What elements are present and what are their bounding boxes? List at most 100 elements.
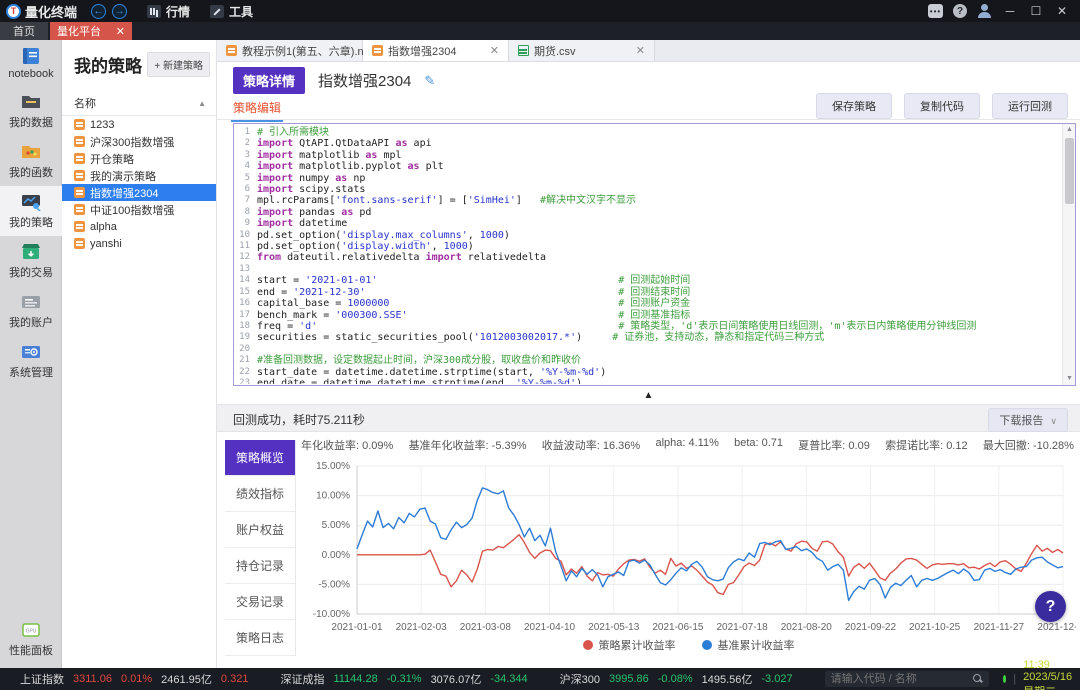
index-沪深300[interactable]: 沪深3003995.86-0.08%1495.56亿-3.027 bbox=[560, 671, 793, 687]
result-tab-绩效指标[interactable]: 绩效指标 bbox=[225, 476, 295, 512]
list-column-header[interactable]: 名称 ▲ bbox=[62, 87, 216, 116]
metric-夏普比率: 夏普比率: 0.09 bbox=[798, 437, 870, 453]
index-pct: 0.01% bbox=[121, 673, 152, 685]
svg-text:2021-06-15: 2021-06-15 bbox=[652, 622, 704, 633]
minimize-button[interactable]: ─ bbox=[1002, 4, 1018, 18]
doc-tab[interactable]: 指数增强2304 ✕ bbox=[363, 40, 509, 61]
index-上证指数[interactable]: 上证指数3311.060.01%2461.95亿0.321 bbox=[20, 671, 248, 687]
run-backtest-button[interactable]: 运行回测 bbox=[992, 93, 1068, 119]
metric-beta: beta: 0.71 bbox=[734, 437, 783, 453]
download-report-button[interactable]: 下载报告 ∨ bbox=[988, 408, 1068, 432]
metric-年化收益率: 年化收益率: 0.09% bbox=[301, 437, 393, 453]
svg-text:2021-10-25: 2021-10-25 bbox=[909, 622, 961, 633]
sidebar-item-我的函数[interactable]: 我的函数 bbox=[0, 136, 62, 186]
code-line: 17bench_mark = '000300.SSE' # 回测基准指标 bbox=[235, 310, 1061, 321]
tab-home[interactable]: 首页 bbox=[0, 22, 48, 40]
result-tab-交易记录[interactable]: 交易记录 bbox=[225, 584, 295, 620]
doc-tab-close-icon[interactable]: ✕ bbox=[480, 44, 499, 57]
back-icon[interactable]: ← bbox=[91, 4, 106, 19]
sort-asc-icon[interactable]: ▲ bbox=[198, 99, 206, 108]
new-strategy-button[interactable]: + 新建策略 bbox=[147, 52, 210, 77]
strategy-list-item[interactable]: alpha bbox=[62, 218, 216, 235]
sidebar-item-label: 我的交易 bbox=[9, 267, 53, 279]
line-number: 8 bbox=[235, 207, 257, 218]
index-price: 11144.28 bbox=[333, 673, 377, 685]
sidebar-item-性能面板[interactable]: GPU性能面板 bbox=[0, 614, 62, 664]
index-price: 3311.06 bbox=[73, 673, 112, 685]
strategy-list-item[interactable]: 中证100指数增强 bbox=[62, 201, 216, 218]
sidebar-item-我的策略[interactable]: 我的策略 bbox=[0, 186, 62, 236]
strategy-list-item[interactable]: 我的演示策略 bbox=[62, 167, 216, 184]
scroll-down-icon[interactable]: ▼ bbox=[1063, 373, 1076, 385]
strategy-list-item[interactable]: 指数增强2304 bbox=[62, 184, 216, 201]
doc-tab-label: 教程示例1(第五、六章).nb bbox=[242, 43, 370, 59]
code-line: 23end_date = datetime.datetime.strptime(… bbox=[235, 378, 1061, 384]
legend-item[interactable]: 策略累计收益率 bbox=[583, 637, 676, 653]
menu-market[interactable]: 行情 bbox=[147, 3, 190, 20]
doc-tab[interactable]: 期货.csv✕ bbox=[509, 40, 655, 61]
line-number: 11 bbox=[235, 241, 257, 252]
index-pct: -0.08% bbox=[658, 673, 693, 685]
doc-tab-close-icon[interactable]: ✕ bbox=[626, 44, 645, 57]
legend-item[interactable]: 基准累计收益率 bbox=[702, 637, 795, 653]
copy-code-button[interactable]: 复制代码 bbox=[904, 93, 980, 119]
code-line: 5import numpy as np bbox=[235, 173, 1061, 184]
result-tab-策略日志[interactable]: 策略日志 bbox=[225, 620, 295, 656]
scroll-up-icon[interactable]: ▲ bbox=[1063, 124, 1076, 136]
code-line: 19securities = static_securities_pool('1… bbox=[235, 332, 1061, 343]
line-number: 14 bbox=[235, 275, 257, 286]
code-editor[interactable]: 1# 引入所需模块2import QtAPI.QtDataAPI as api3… bbox=[233, 123, 1076, 386]
doc-tab[interactable]: 教程示例1(第五、六章).nb✕ bbox=[217, 40, 363, 61]
stock-search-input[interactable] bbox=[831, 673, 973, 685]
sidebar-item-系统管理[interactable]: 系统管理 bbox=[0, 336, 62, 386]
forward-icon[interactable]: → bbox=[112, 4, 127, 19]
backtest-status-text: 回测成功，耗时75.211秒 bbox=[233, 411, 365, 428]
scrollbar-thumb[interactable] bbox=[1065, 138, 1074, 204]
index-深证成指[interactable]: 深证成指11144.28-0.31%3076.07亿-34.344 bbox=[280, 671, 527, 687]
result-tab-账户权益[interactable]: 账户权益 bbox=[225, 512, 295, 548]
editor-scrollbar[interactable]: ▲ ▼ bbox=[1062, 124, 1075, 385]
svg-text:2021-02-03: 2021-02-03 bbox=[396, 622, 448, 633]
sidebar-item-我的交易[interactable]: 我的交易 bbox=[0, 236, 62, 286]
strategy-list-item[interactable]: 1233 bbox=[62, 116, 216, 133]
doc-tab-label: 指数增强2304 bbox=[388, 43, 456, 59]
chart-help-button[interactable]: ? bbox=[1035, 591, 1066, 622]
toolbar: 保存策略复制代码运行回测 bbox=[816, 93, 1068, 119]
feedback-icon[interactable]: ••• bbox=[928, 4, 943, 18]
app-logo: T 量化终端 bbox=[0, 2, 85, 21]
sidebar-item-我的数据[interactable]: 我的数据 bbox=[0, 86, 62, 136]
tab-close-icon[interactable]: ✕ bbox=[116, 25, 125, 38]
result-tab-策略概览[interactable]: 策略概览 bbox=[225, 440, 295, 476]
menu-tools[interactable]: 工具 bbox=[210, 3, 253, 20]
metrics-row: 年化收益率: 0.09%基准年化收益率: -5.39%收益波动率: 16.36%… bbox=[301, 437, 1074, 453]
strategy-list-item[interactable]: 开仓策略 bbox=[62, 150, 216, 167]
sidebar-item-我的账户[interactable]: 我的账户 bbox=[0, 286, 62, 336]
code-area[interactable]: 1# 引入所需模块2import QtAPI.QtDataAPI as api3… bbox=[235, 125, 1061, 384]
clock-text: 11:39 2023/5/16 星期二 bbox=[1023, 659, 1076, 690]
help-icon[interactable]: ? bbox=[953, 4, 967, 18]
maximize-button[interactable]: ☐ bbox=[1028, 4, 1044, 18]
strategy-name: 指数增强2304 bbox=[90, 185, 158, 201]
strategy-list-item[interactable]: yanshi bbox=[62, 235, 216, 252]
document-tab-bar: 教程示例1(第五、六章).nb✕指数增强2304✕期货.csv✕ bbox=[217, 40, 1080, 62]
line-number: 19 bbox=[235, 332, 257, 343]
stock-search-box[interactable] bbox=[825, 671, 989, 687]
connection-status-icon bbox=[1003, 675, 1007, 683]
collapse-editor-icon[interactable]: ▲ bbox=[644, 390, 654, 401]
close-button[interactable]: ✕ bbox=[1054, 4, 1070, 18]
line-number: 1 bbox=[235, 127, 257, 138]
user-icon[interactable] bbox=[977, 4, 992, 18]
svg-text:2021-04-10: 2021-04-10 bbox=[524, 622, 576, 633]
tab-quant-platform[interactable]: 量化平台 ✕ bbox=[50, 22, 132, 40]
code-line: 12from dateutil.relativedelta import rel… bbox=[235, 252, 1061, 263]
column-header-label: 名称 bbox=[74, 95, 96, 111]
save-strategy-button[interactable]: 保存策略 bbox=[816, 93, 892, 119]
search-icon[interactable] bbox=[973, 674, 983, 684]
edit-title-icon[interactable]: ✎ bbox=[424, 73, 435, 89]
sidebar-item-notebook[interactable]: notebook bbox=[0, 40, 62, 86]
separator: | bbox=[1013, 673, 1016, 685]
trade-icon bbox=[19, 243, 43, 261]
result-tab-持仓记录[interactable]: 持仓记录 bbox=[225, 548, 295, 584]
legend-dot-icon bbox=[583, 640, 593, 650]
strategy-list-item[interactable]: 沪深300指数增强 bbox=[62, 133, 216, 150]
